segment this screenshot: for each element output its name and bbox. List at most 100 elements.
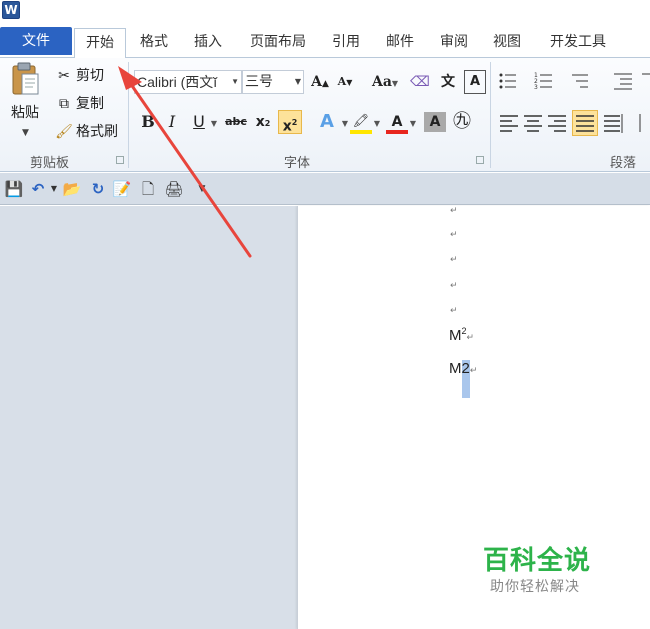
save-icon[interactable]: 💾 <box>4 179 24 199</box>
font-size-select[interactable]: 三号 ▼ <box>242 70 304 94</box>
change-case-label: Aa <box>371 74 392 90</box>
change-case-button[interactable]: Aa▼ <box>366 70 404 94</box>
format-painter-button[interactable]: 🖌 格式刷 <box>54 120 118 144</box>
tab-home[interactable]: 开始 <box>74 28 126 60</box>
chevron-down-icon[interactable]: ▼ <box>44 179 64 199</box>
italic-button[interactable]: I <box>162 110 182 134</box>
clipboard-launcher-icon[interactable] <box>116 156 124 164</box>
multilevel-list-icon[interactable] <box>570 70 592 92</box>
paragraph-mark: ↵ <box>466 332 475 342</box>
doc-line-superscript[interactable]: M2↵ <box>449 326 474 344</box>
open-folder-icon[interactable]: 📂 <box>62 179 82 199</box>
font-name-select[interactable]: Calibri (西文ĭ ▼ <box>134 70 242 94</box>
tab-review[interactable]: 审阅 <box>432 28 476 58</box>
tab-insert[interactable]: 插入 <box>186 28 230 58</box>
align-center-icon[interactable] <box>522 112 544 134</box>
edit-document-icon[interactable]: 📝 <box>112 179 132 199</box>
group-divider <box>128 62 129 168</box>
ribbon-home: 粘贴 ▼ ✂ 剪切 ⧉ 复制 🖌 格式刷 剪贴板 Calibri (西文ĭ ▼ 三号 … <box>0 58 650 172</box>
paragraph-group-label: 段落 <box>610 156 637 171</box>
chevron-down-icon[interactable]: ▼ <box>208 110 220 134</box>
title-bar: W <box>0 0 650 24</box>
group-divider <box>490 62 491 168</box>
scissors-icon: ✂ <box>58 68 70 84</box>
doc-line-selected[interactable]: M2↵ <box>449 360 477 398</box>
print-preview-icon[interactable]: 🖨 <box>164 179 184 199</box>
paragraph-mark: ↵ <box>450 255 458 265</box>
char-border-button[interactable]: A <box>464 70 486 94</box>
clipboard-group-label: 剪贴板 <box>30 156 70 171</box>
redo-icon[interactable]: ↻ <box>88 179 108 199</box>
copy-label: 复制 <box>76 96 104 112</box>
ribbon-tabs: 文件 开始 格式 插入 页面布局 引用 邮件 审阅 视图 开发工具 <box>0 26 650 60</box>
chevron-down-icon[interactable]: ▼ <box>408 110 418 134</box>
align-right-icon[interactable] <box>546 112 568 134</box>
paste-label: 粘贴 <box>11 105 39 121</box>
bold-button[interactable]: B <box>138 110 158 134</box>
paragraph-mark: ↵ <box>469 365 478 375</box>
tab-format[interactable]: 格式 <box>132 28 176 58</box>
numbering-icon[interactable]: 1 2 3 <box>534 70 556 92</box>
chevron-down-icon[interactable]: ▼ <box>22 128 29 138</box>
superscript-label: x <box>282 118 292 135</box>
align-left-icon[interactable] <box>498 112 520 134</box>
copy-button[interactable]: ⧉ 复制 <box>54 92 104 116</box>
word-app-icon[interactable]: W <box>2 1 20 19</box>
font-color-button[interactable]: A <box>386 110 408 134</box>
tab-mailings[interactable]: 邮件 <box>378 28 422 58</box>
paste-button[interactable]: 粘贴 ▼ <box>6 60 46 146</box>
paragraph-mark: ↵ <box>450 230 458 240</box>
justify-icon[interactable] <box>572 110 598 136</box>
char-shading-button[interactable]: A <box>424 112 446 132</box>
subscript-label: x <box>255 114 265 130</box>
watermark-subtitle: 助你轻松解决 <box>490 579 580 595</box>
chevron-down-icon[interactable]: ▼ <box>372 110 382 134</box>
line1-base: M <box>449 327 462 344</box>
grow-font-button[interactable]: A▲ <box>308 70 332 94</box>
document-page[interactable]: ↵ ↵ ↵ ↵ ↵ M2↵ M2↵ <box>297 206 650 629</box>
copy-icon: ⧉ <box>59 96 69 112</box>
chevron-down-icon[interactable]: ▼ <box>340 110 350 134</box>
tab-file[interactable]: 文件 <box>0 27 72 55</box>
enclose-characters-icon[interactable]: ㊈ <box>450 110 474 134</box>
superscript-button[interactable]: x2 <box>278 110 302 135</box>
strikethrough-button[interactable]: abc <box>222 110 250 134</box>
font-size-value: 三号 <box>245 74 273 90</box>
decrease-indent-icon[interactable] <box>612 70 634 92</box>
line2-base: M <box>449 360 462 377</box>
watermark-title: 百科全说 <box>483 546 592 576</box>
tab-references[interactable]: 引用 <box>324 28 368 58</box>
quick-access-toolbar: 💾 ↶ ▼ 📂 ↻ 📝 🗋 🖨 ▼ <box>0 173 650 205</box>
distribute-icon[interactable] <box>602 112 624 134</box>
font-name-value: Calibri (西文ĭ <box>137 74 218 90</box>
underline-button[interactable]: U <box>190 110 208 134</box>
text-effects-button[interactable]: A <box>314 110 340 134</box>
new-document-icon[interactable]: 🗋 <box>138 179 158 199</box>
shrink-font-button[interactable]: A▼ <box>334 70 356 94</box>
paragraph-mark: ↵ <box>450 306 458 316</box>
svg-text:3: 3 <box>534 84 538 91</box>
cut-button[interactable]: ✂ 剪切 <box>54 64 104 88</box>
font-group-label: 字体 <box>284 156 311 171</box>
phonetic-guide-button[interactable]: 文 <box>434 70 462 94</box>
chevron-down-icon: ▼ <box>294 77 301 86</box>
customize-toolbar-icon[interactable]: ▼ <box>192 179 212 199</box>
tab-developer[interactable]: 开发工具 <box>540 28 616 58</box>
paragraph-mark: ↵ <box>450 281 458 291</box>
format-painter-label: 格式刷 <box>76 124 118 140</box>
cut-label: 剪切 <box>76 68 104 84</box>
increase-indent-icon[interactable] <box>640 70 650 92</box>
chevron-down-icon: ▼ <box>231 77 239 86</box>
bullets-icon[interactable] <box>498 70 520 92</box>
selected-text[interactable]: 2 <box>461 360 470 398</box>
highlight-color-button[interactable]: 🖍 <box>350 110 372 134</box>
tab-view[interactable]: 视图 <box>485 28 529 58</box>
subscript-button[interactable]: x2 <box>252 110 274 134</box>
tab-page-layout[interactable]: 页面布局 <box>240 28 316 58</box>
paintbrush-icon: 🖌 <box>55 124 73 140</box>
font-launcher-icon[interactable] <box>476 156 484 164</box>
line-spacing-icon[interactable] <box>636 112 650 134</box>
paragraph-mark: ↵ <box>450 206 458 216</box>
paste-icon <box>12 62 39 95</box>
clear-formatting-icon[interactable]: ⌫ <box>408 70 432 94</box>
